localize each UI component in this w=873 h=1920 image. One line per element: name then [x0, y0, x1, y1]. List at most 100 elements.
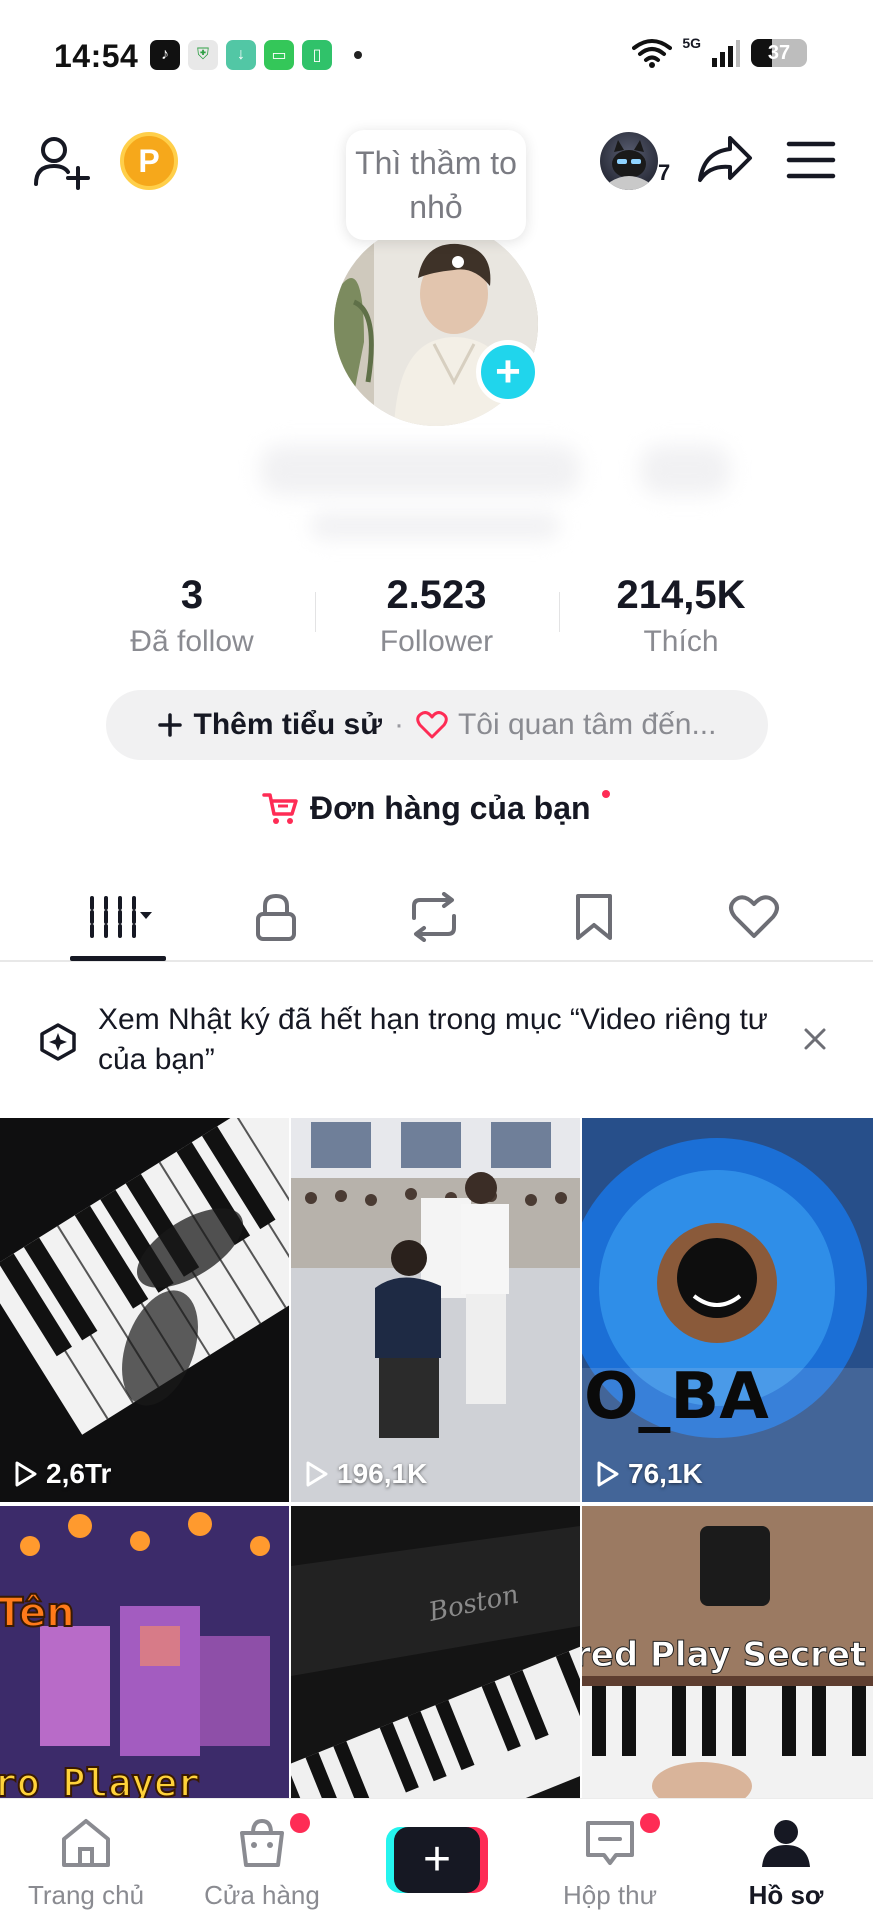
chat-icon: ▭	[264, 40, 294, 70]
share-profile-button[interactable]	[690, 128, 760, 192]
add-story-button[interactable]: +	[476, 340, 540, 404]
heart-icon	[729, 895, 779, 938]
tab-private[interactable]	[226, 882, 326, 952]
thumbnail-caption: red Play Secret P	[582, 1635, 873, 1675]
stat-likes-value: 214,5K	[616, 573, 746, 617]
video-grid-icon	[90, 896, 152, 940]
shopping-bag-icon	[240, 1818, 284, 1867]
thumbnail-caption: O_BA	[584, 1360, 769, 1434]
notice-text: Xem Nhật ký đã hết hạn trong mục “Video …	[98, 1003, 768, 1076]
menu-button[interactable]	[778, 128, 844, 192]
grand-piano-thumbnail-art: Boston	[291, 1506, 580, 1798]
view-count-text: 2,6Tr	[46, 1458, 112, 1489]
view-count: 2,6Tr	[14, 1458, 111, 1490]
orders-notification-dot	[602, 790, 610, 798]
video-grid: 2,6Tr 196,1K O_BA 76,1K Tên ro Player Bo…	[0, 1118, 873, 1798]
add-bio-button[interactable]: Thêm tiểu sử	[157, 708, 382, 742]
points-badge-label: P	[138, 142, 160, 179]
bookmark-icon	[576, 894, 612, 940]
nav-profile[interactable]: Hồ sơ	[716, 1817, 856, 1911]
plus-icon	[157, 713, 182, 737]
wifi-icon	[632, 39, 673, 68]
lock-icon	[256, 893, 296, 941]
add-user-icon	[34, 137, 90, 190]
bio-separator: ·	[393, 708, 404, 741]
bio-pill: Thêm tiểu sử · Tôi quan tâm đến...	[106, 690, 768, 760]
signal-icon	[712, 40, 740, 67]
battery-level: 37	[767, 41, 791, 64]
orders-link[interactable]: Đơn hàng của bạn	[262, 790, 591, 827]
play-icon	[15, 1461, 37, 1487]
piano-tutorial-thumbnail-art: red Play Secret P	[582, 1506, 873, 1798]
stat-likes[interactable]: 214,5K Thích	[559, 570, 803, 662]
nav-inbox-label: Hộp thư	[562, 1880, 657, 1910]
orders-label: Đơn hàng của bạn	[310, 790, 591, 826]
notification-icons: ♪ ⛨ ↓ ▭ ▯	[150, 40, 362, 70]
status-time: 14:54	[54, 38, 139, 74]
expired-diary-notice[interactable]: Xem Nhật ký đã hết hạn trong mục “Video …	[0, 964, 873, 1116]
hamburger-menu-icon	[786, 141, 836, 179]
game-thumbnail-art: Tên ro Player	[0, 1506, 289, 1798]
video-thumbnail[interactable]: O_BA 76,1K	[582, 1118, 873, 1502]
profile-person-icon	[762, 1820, 810, 1867]
view-count-text: 76,1K	[628, 1458, 703, 1489]
friend-count: 7	[658, 160, 671, 185]
logo-thumbnail-art: O_BA	[582, 1118, 873, 1502]
tab-favorites[interactable]	[544, 882, 644, 952]
cat-avatar-icon	[610, 140, 648, 190]
add-friend-button[interactable]	[30, 130, 94, 194]
video-thumbnail[interactable]: 196,1K	[291, 1118, 580, 1502]
close-icon[interactable]	[802, 1026, 828, 1052]
thumbnail-caption: ro Player	[0, 1761, 200, 1798]
crowd-thumbnail-art	[291, 1118, 580, 1502]
tab-liked[interactable]	[704, 882, 804, 952]
home-icon	[62, 1819, 110, 1867]
whisper-tooltip[interactable]: Thì thầm to nhỏ	[346, 130, 526, 240]
plus-icon: +	[422, 1833, 452, 1886]
nav-shop[interactable]: Cửa hàng	[192, 1817, 332, 1911]
profile-tabs	[0, 870, 873, 962]
repost-icon	[412, 892, 456, 942]
stat-followers[interactable]: 2.523 Follower	[314, 570, 559, 662]
nav-home-label: Trang chủ	[27, 1880, 145, 1910]
video-thumbnail[interactable]: 2,6Tr	[0, 1118, 289, 1502]
sparkle-badge-icon	[40, 1023, 76, 1061]
nav-inbox[interactable]: Hộp thư	[540, 1817, 680, 1911]
view-count: 196,1K	[305, 1458, 427, 1490]
add-bio-label: Thêm tiểu sử	[193, 708, 382, 741]
battery-indicator: 37	[751, 39, 807, 67]
play-icon	[597, 1461, 619, 1487]
shop-notification-dot	[290, 1813, 310, 1833]
create-video-button[interactable]: +	[386, 1827, 488, 1893]
battery-saver-icon: ▯	[302, 40, 332, 70]
video-thumbnail[interactable]: red Play Secret P	[582, 1506, 873, 1798]
plus-icon: +	[495, 347, 521, 396]
nav-profile-label: Hồ sơ	[748, 1880, 824, 1910]
tiktok-icon: ♪	[150, 40, 180, 70]
heart-icon	[416, 711, 448, 739]
interests-button[interactable]: Tôi quan tâm đến...	[416, 708, 717, 742]
view-count: 76,1K	[596, 1458, 703, 1490]
thumbnail-caption: Tên	[0, 1590, 75, 1636]
nav-shop-label: Cửa hàng	[204, 1880, 320, 1910]
friends-avatar-button[interactable]	[600, 132, 658, 190]
play-icon	[306, 1461, 328, 1487]
tab-videos[interactable]	[66, 882, 176, 952]
stat-following-label: Đã follow	[130, 625, 254, 658]
video-thumbnail[interactable]: Boston	[291, 1506, 580, 1798]
piano-thumbnail-art	[0, 1118, 289, 1435]
profile-name-redacted	[260, 445, 580, 495]
stat-followers-value: 2.523	[386, 573, 487, 617]
interests-label: Tôi quan tâm đến...	[457, 708, 717, 741]
more-notifications-dot	[354, 51, 362, 59]
bottom-navigation: Trang chủ Cửa hàng + Hộp thư Hồ sơ	[0, 1798, 873, 1920]
download-icon: ↓	[226, 40, 256, 70]
stat-following[interactable]: 3 Đã follow	[70, 570, 314, 662]
video-thumbnail[interactable]: Tên ro Player	[0, 1506, 289, 1798]
stat-following-value: 3	[180, 573, 204, 617]
status-bar: 14:54 ♪ ⛨ ↓ ▭ ▯ 5G 37	[0, 0, 873, 110]
points-badge-button[interactable]: P	[120, 132, 178, 190]
profile-name-extra-redacted	[640, 445, 730, 495]
nav-home[interactable]: Trang chủ	[16, 1817, 156, 1911]
tab-reposts[interactable]	[384, 882, 484, 952]
